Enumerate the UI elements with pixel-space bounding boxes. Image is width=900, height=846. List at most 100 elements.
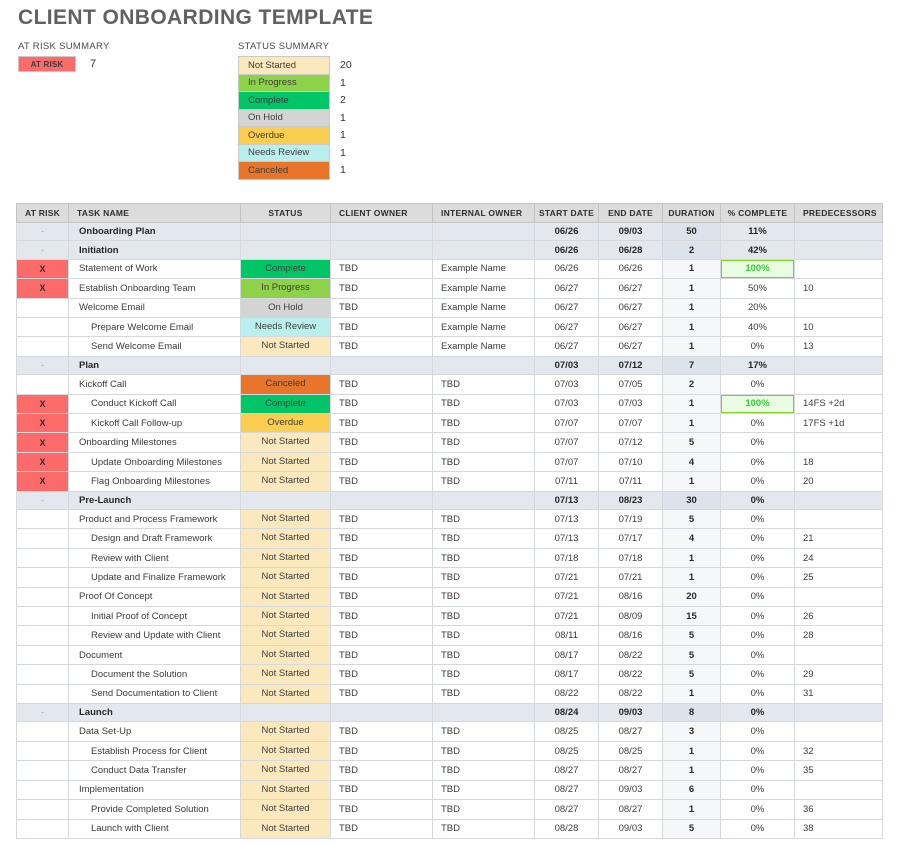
- cell-at-risk[interactable]: -: [17, 356, 69, 374]
- cell-client-owner[interactable]: TBD: [331, 684, 433, 703]
- cell-pct-complete[interactable]: 0%: [721, 491, 795, 509]
- cell-internal-owner[interactable]: TBD: [433, 741, 535, 760]
- cell-at-risk[interactable]: [17, 510, 69, 529]
- cell-pct-complete[interactable]: 0%: [721, 568, 795, 587]
- table-row[interactable]: Establish Process for ClientNot StartedT…: [17, 741, 883, 760]
- cell-client-owner[interactable]: TBD: [331, 375, 433, 394]
- cell-internal-owner[interactable]: TBD: [433, 568, 535, 587]
- cell-status[interactable]: Not Started: [241, 800, 331, 819]
- table-row[interactable]: ImplementationNot StartedTBDTBD08/2709/0…: [17, 780, 883, 799]
- cell-at-risk[interactable]: [17, 318, 69, 337]
- cell-client-owner[interactable]: TBD: [331, 510, 433, 529]
- table-row[interactable]: Send Documentation to ClientNot StartedT…: [17, 684, 883, 703]
- cell-status[interactable]: In Progress: [241, 279, 331, 298]
- cell-predecessors[interactable]: [795, 298, 883, 317]
- cell-status[interactable]: Not Started: [241, 587, 331, 606]
- cell-predecessors[interactable]: [795, 356, 883, 374]
- cell-duration[interactable]: 1: [663, 800, 721, 819]
- cell-internal-owner[interactable]: Example Name: [433, 337, 535, 356]
- cell-internal-owner[interactable]: TBD: [433, 780, 535, 799]
- table-row[interactable]: Product and Process FrameworkNot Started…: [17, 510, 883, 529]
- cell-predecessors[interactable]: 20: [795, 472, 883, 491]
- cell-status[interactable]: Overdue: [241, 414, 331, 433]
- cell-status[interactable]: Not Started: [241, 626, 331, 645]
- cell-at-risk[interactable]: [17, 626, 69, 645]
- cell-task-name[interactable]: Initiation: [69, 241, 241, 259]
- cell-client-owner[interactable]: TBD: [331, 452, 433, 471]
- cell-client-owner[interactable]: TBD: [331, 337, 433, 356]
- cell-start-date[interactable]: 06/27: [535, 318, 599, 337]
- cell-start-date[interactable]: 08/17: [535, 665, 599, 684]
- cell-duration[interactable]: 1: [663, 684, 721, 703]
- cell-internal-owner[interactable]: Example Name: [433, 279, 535, 298]
- cell-end-date[interactable]: 07/12: [599, 356, 663, 374]
- cell-pct-complete[interactable]: 11%: [721, 223, 795, 241]
- cell-status[interactable]: [241, 223, 331, 241]
- cell-task-name[interactable]: Send Welcome Email: [69, 337, 241, 356]
- cell-client-owner[interactable]: TBD: [331, 394, 433, 413]
- cell-predecessors[interactable]: [795, 491, 883, 509]
- cell-start-date[interactable]: 08/25: [535, 722, 599, 741]
- cell-at-risk[interactable]: X: [17, 394, 69, 413]
- cell-start-date[interactable]: 08/22: [535, 684, 599, 703]
- table-row[interactable]: XKickoff Call Follow-upOverdueTBDTBD07/0…: [17, 414, 883, 433]
- cell-start-date[interactable]: 07/13: [535, 529, 599, 548]
- cell-predecessors[interactable]: 26: [795, 607, 883, 626]
- cell-end-date[interactable]: 08/27: [599, 800, 663, 819]
- cell-client-owner[interactable]: TBD: [331, 414, 433, 433]
- cell-pct-complete[interactable]: 0%: [721, 414, 795, 433]
- cell-at-risk[interactable]: [17, 645, 69, 664]
- cell-at-risk[interactable]: [17, 529, 69, 548]
- cell-client-owner[interactable]: TBD: [331, 529, 433, 548]
- cell-status[interactable]: Not Started: [241, 645, 331, 664]
- cell-pct-complete[interactable]: 0%: [721, 433, 795, 452]
- cell-status[interactable]: Not Started: [241, 684, 331, 703]
- cell-start-date[interactable]: 08/28: [535, 819, 599, 838]
- cell-client-owner[interactable]: TBD: [331, 645, 433, 664]
- cell-end-date[interactable]: 08/23: [599, 491, 663, 509]
- cell-internal-owner[interactable]: TBD: [433, 587, 535, 606]
- cell-internal-owner[interactable]: [433, 491, 535, 509]
- cell-task-name[interactable]: Update Onboarding Milestones: [69, 452, 241, 471]
- cell-pct-complete[interactable]: 0%: [721, 665, 795, 684]
- cell-task-name[interactable]: Document: [69, 645, 241, 664]
- cell-predecessors[interactable]: 25: [795, 568, 883, 587]
- cell-client-owner[interactable]: TBD: [331, 298, 433, 317]
- cell-pct-complete[interactable]: 0%: [721, 722, 795, 741]
- cell-task-name[interactable]: Implementation: [69, 780, 241, 799]
- table-row[interactable]: Provide Completed SolutionNot StartedTBD…: [17, 800, 883, 819]
- cell-start-date[interactable]: 07/03: [535, 356, 599, 374]
- cell-client-owner[interactable]: [331, 223, 433, 241]
- cell-internal-owner[interactable]: TBD: [433, 433, 535, 452]
- cell-task-name[interactable]: Prepare Welcome Email: [69, 318, 241, 337]
- cell-internal-owner[interactable]: [433, 704, 535, 722]
- cell-duration[interactable]: 15: [663, 607, 721, 626]
- cell-at-risk[interactable]: X: [17, 414, 69, 433]
- cell-at-risk[interactable]: [17, 607, 69, 626]
- cell-start-date[interactable]: 08/27: [535, 800, 599, 819]
- cell-start-date[interactable]: 07/18: [535, 548, 599, 567]
- cell-duration[interactable]: 1: [663, 337, 721, 356]
- cell-predecessors[interactable]: 10: [795, 279, 883, 298]
- cell-status[interactable]: Not Started: [241, 722, 331, 741]
- table-row[interactable]: Review and Update with ClientNot Started…: [17, 626, 883, 645]
- cell-duration[interactable]: 7: [663, 356, 721, 374]
- cell-start-date[interactable]: 07/07: [535, 452, 599, 471]
- table-section-row[interactable]: -Initiation06/2606/28242%: [17, 241, 883, 259]
- cell-duration[interactable]: 3: [663, 722, 721, 741]
- cell-end-date[interactable]: 07/03: [599, 394, 663, 413]
- cell-predecessors[interactable]: 35: [795, 761, 883, 780]
- cell-predecessors[interactable]: [795, 375, 883, 394]
- cell-start-date[interactable]: 07/11: [535, 472, 599, 491]
- cell-status[interactable]: Not Started: [241, 665, 331, 684]
- cell-pct-complete[interactable]: 0%: [721, 645, 795, 664]
- cell-task-name[interactable]: Conduct Kickoff Call: [69, 394, 241, 413]
- cell-internal-owner[interactable]: TBD: [433, 645, 535, 664]
- cell-status[interactable]: Not Started: [241, 510, 331, 529]
- cell-at-risk[interactable]: X: [17, 452, 69, 471]
- table-row[interactable]: DocumentNot StartedTBDTBD08/1708/2250%: [17, 645, 883, 664]
- cell-at-risk[interactable]: -: [17, 241, 69, 259]
- cell-start-date[interactable]: 06/26: [535, 223, 599, 241]
- table-row[interactable]: Proof Of ConceptNot StartedTBDTBD07/2108…: [17, 587, 883, 606]
- table-row[interactable]: XEstablish Onboarding TeamIn ProgressTBD…: [17, 279, 883, 298]
